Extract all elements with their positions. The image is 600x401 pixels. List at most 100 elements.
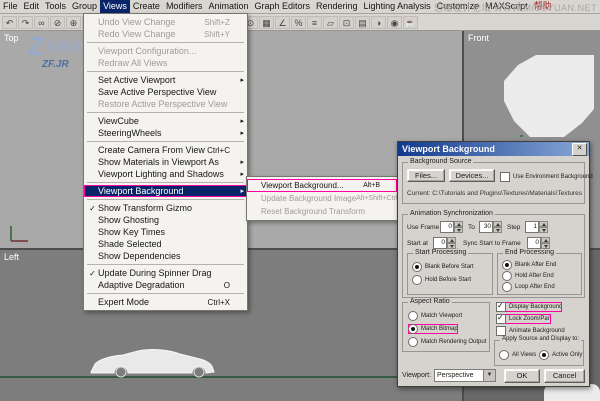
files-button[interactable]: Files... (407, 169, 445, 182)
spinner-arrows[interactable] (447, 237, 456, 249)
blank-after-end-radio[interactable]: Blank After End (502, 260, 556, 270)
viewport-select[interactable]: Perspective ▼ (434, 369, 496, 382)
menubar-item-modifiers[interactable]: Modifiers (163, 0, 206, 13)
lock-zoom-pan-label: Lock Zoom/Pan (509, 316, 551, 322)
radio-icon (412, 275, 422, 285)
loop-after-end-radio[interactable]: Loop After End (502, 282, 555, 292)
cancel-button[interactable]: Cancel (544, 369, 585, 383)
chevron-down-icon[interactable]: ▼ (483, 370, 495, 381)
views-menu-item-shade-selected[interactable]: Shade Selected (84, 238, 247, 250)
views-menu-item-show-materials-in-viewport-as[interactable]: Show Materials in Viewport As▸ (84, 156, 247, 168)
named-selection-sets-icon[interactable]: ≡ (307, 16, 322, 29)
views-menu-item-viewport-lighting-and-shadows[interactable]: Viewport Lighting and Shadows▸ (84, 168, 247, 180)
redo-icon[interactable]: ↷ (18, 16, 33, 29)
menubar-item-file[interactable]: File (0, 0, 21, 13)
views-menu-item-viewport-background[interactable]: Viewport Background▸ (84, 185, 247, 197)
use-frame-spinner[interactable]: 0 (440, 221, 463, 233)
dialog-titlebar[interactable]: Viewport Background ✕ (398, 142, 589, 156)
match-viewport-radio[interactable]: Match Viewport (408, 311, 462, 321)
menubar-item-graph-editors[interactable]: Graph Editors (251, 0, 313, 13)
ground-plane-line (0, 376, 462, 378)
spinner-arrows[interactable] (541, 237, 550, 249)
menubar-item-edit[interactable]: Edit (21, 0, 43, 13)
devices-button[interactable]: Devices... (449, 169, 495, 182)
axis-tripod-icon (8, 223, 34, 245)
views-menu-item-save-active-perspective-view[interactable]: Save Active Perspective View (84, 86, 247, 98)
blank-before-start-radio[interactable]: Blank Before Start (412, 262, 474, 272)
menubar-item-lighting-analysis[interactable]: Lighting Analysis (361, 0, 434, 13)
views-menu-item-update-during-spinner-drag[interactable]: ✓Update During Spinner Drag (84, 267, 247, 279)
menubar-item-rendering[interactable]: Rendering (313, 0, 361, 13)
views-menu-item-expert-mode[interactable]: Expert ModeCtrl+X (84, 296, 247, 308)
use-environment-background-checkbox[interactable]: Use Environment Background (500, 172, 593, 182)
spinner-arrows[interactable] (454, 221, 463, 233)
views-menu-item-show-key-times[interactable]: Show Key Times (84, 226, 247, 238)
background-submenu-item-viewport-background[interactable]: Viewport Background...Alt+B (247, 179, 397, 192)
zf-logo-letter: Z (28, 33, 44, 59)
background-source-legend: Background Source (408, 158, 473, 165)
views-menu-item-show-transform-gizmo[interactable]: ✓Show Transform Gizmo (84, 202, 247, 214)
menubar-item-views[interactable]: Views (100, 0, 130, 13)
ok-button[interactable]: OK (504, 369, 540, 383)
car-front-view[interactable] (502, 55, 594, 139)
mirror-icon[interactable]: ▱ (323, 16, 338, 29)
views-menu-item-adaptive-degradation[interactable]: Adaptive DegradationO (84, 279, 247, 291)
car-side-view[interactable] (88, 348, 216, 378)
material-editor-icon[interactable]: ◉ (387, 16, 402, 29)
align-icon[interactable]: ⊡ (339, 16, 354, 29)
match-rendering-output-label: Match Rendering Output (421, 339, 486, 345)
start-at-spinner[interactable]: 0 (433, 237, 456, 249)
views-menu-item-set-active-viewport[interactable]: Set Active Viewport▸ (84, 74, 247, 86)
angle-snap-toggle-icon[interactable]: ∠ (275, 16, 290, 29)
percent-snap-toggle-icon[interactable]: % (291, 16, 306, 29)
hold-before-start-radio[interactable]: Hold Before Start (412, 275, 471, 285)
views-menu-item-show-dependencies[interactable]: Show Dependencies (84, 250, 247, 262)
spinner-arrows[interactable] (493, 221, 502, 233)
use-frame-value[interactable]: 0 (440, 221, 454, 233)
all-views-radio[interactable]: All Views (499, 350, 536, 360)
menubar-item-tools[interactable]: Tools (42, 0, 69, 13)
menu-separator (87, 42, 244, 43)
layer-manager-icon[interactable]: ▤ (355, 16, 370, 29)
scene-object-marker (520, 135, 523, 137)
hold-after-end-radio[interactable]: Hold After End (502, 271, 554, 281)
animate-background-checkbox[interactable]: Animate Background (496, 326, 565, 336)
viewport-top-label[interactable]: Top (4, 33, 19, 43)
bind-to-spacewarp-icon[interactable]: ⊕ (66, 16, 81, 29)
step-spinner[interactable]: 1 (525, 221, 548, 233)
checkbox-icon (496, 326, 506, 336)
active-only-radio[interactable]: Active Only (539, 350, 582, 360)
menubar-item-create[interactable]: Create (130, 0, 163, 13)
views-menu-item-steeringwheels[interactable]: SteeringWheels▸ (84, 127, 247, 139)
menubar-item-animation[interactable]: Animation (205, 0, 251, 13)
select-and-link-icon[interactable]: ∞ (34, 16, 49, 29)
step-value[interactable]: 1 (525, 221, 539, 233)
render-setup-icon[interactable]: ☕ (403, 16, 418, 29)
display-background-checkbox[interactable]: Display Background (496, 302, 562, 312)
views-menu-item-create-camera-from-view[interactable]: Create Camera From ViewCtrl+C (84, 144, 247, 156)
views-menu-item-viewcube[interactable]: ViewCube▸ (84, 115, 247, 127)
match-rendering-output-radio[interactable]: Match Rendering Output (408, 337, 486, 347)
start-at-value[interactable]: 0 (433, 237, 447, 249)
viewport-front-label[interactable]: Front (468, 33, 489, 43)
to-frame-spinner[interactable]: 30 (479, 221, 502, 233)
radio-icon (539, 350, 549, 360)
views-menu-item-show-ghosting[interactable]: Show Ghosting (84, 214, 247, 226)
match-bitmap-radio[interactable]: Match Bitmap (408, 324, 458, 334)
unlink-selection-icon[interactable]: ⊘ (50, 16, 65, 29)
menu-separator (87, 112, 244, 113)
to-frame-value[interactable]: 30 (479, 221, 493, 233)
close-icon[interactable]: ✕ (572, 143, 587, 156)
sync-start-spinner[interactable]: 0 (527, 237, 550, 249)
spinner-arrows[interactable] (539, 221, 548, 233)
lock-zoom-pan-checkbox[interactable]: Lock Zoom/Pan (496, 314, 551, 324)
active-only-label: Active Only (552, 352, 582, 358)
curve-editor-icon[interactable]: ◑ (371, 16, 386, 29)
start-at-label: Start at (407, 240, 428, 247)
menubar-item-group[interactable]: Group (69, 0, 100, 13)
undo-icon[interactable]: ↶ (2, 16, 17, 29)
viewport-left-label[interactable]: Left (4, 252, 19, 262)
radio-icon (502, 260, 512, 270)
sync-start-value[interactable]: 0 (527, 237, 541, 249)
select-and-manipulate-icon[interactable]: ▦ (259, 16, 274, 29)
